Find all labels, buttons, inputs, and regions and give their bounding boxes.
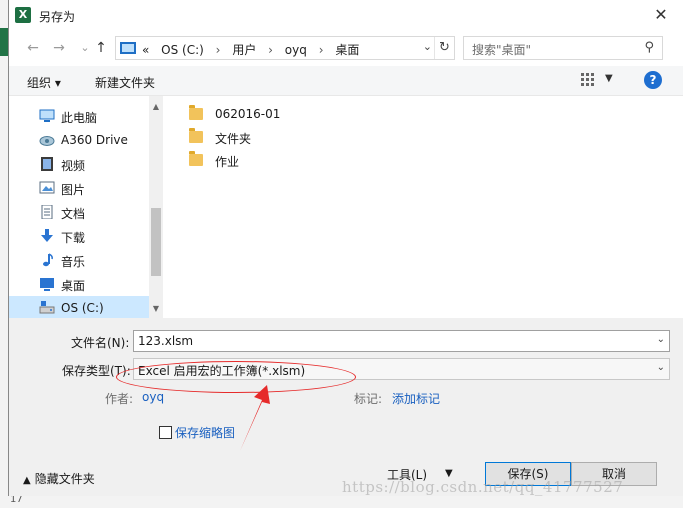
sidebar-item-documents[interactable]: 文档 — [9, 200, 149, 224]
list-item[interactable]: 文件夹 — [183, 127, 383, 149]
add-tags-link[interactable]: 添加标记 — [392, 390, 440, 407]
folder-icon — [189, 128, 203, 143]
command-toolbar: 组织 ▾ 新建文件夹 ▼ ? — [9, 66, 683, 96]
organize-menu-button[interactable]: 组织 ▾ — [27, 74, 61, 91]
navigation-row: ← → ⌄ ↑ « OS (C:) › 用户 › oyq › 桌面 ⌄ ↻ 搜索… — [9, 34, 683, 62]
sidebar-item-pictures[interactable]: 图片 — [9, 176, 149, 200]
folder-name: 作业 — [215, 155, 240, 169]
tags-label: 标记: — [354, 392, 383, 406]
sidebar-item-videos[interactable]: 视频 — [9, 152, 149, 176]
breadcrumb-drive[interactable]: OS (C:) — [161, 43, 204, 57]
sidebar-item-this-pc[interactable]: 此电脑 — [9, 104, 149, 128]
save-thumbnail-checkbox[interactable] — [159, 426, 172, 439]
window-title: 另存为 — [39, 10, 76, 24]
view-options-icon[interactable] — [581, 73, 597, 87]
author-value-link[interactable]: oyq — [142, 390, 164, 404]
breadcrumb-separator[interactable]: › — [319, 43, 324, 57]
back-button[interactable]: ← — [23, 38, 43, 58]
sidebar-item-os-drive[interactable]: OS (C:) — [9, 296, 149, 320]
folder-name: 文件夹 — [215, 132, 252, 146]
sidebar-item-downloads[interactable]: 下载 — [9, 224, 149, 248]
folder-icon — [189, 105, 203, 120]
list-item[interactable]: 062016-01 — [183, 104, 383, 126]
sidebar-item-label: 音乐 — [61, 255, 86, 269]
chevron-up-icon: ▲ — [23, 475, 31, 486]
download-icon — [41, 229, 53, 242]
music-icon — [43, 253, 53, 267]
scrollbar-thumb[interactable] — [151, 208, 161, 276]
help-icon[interactable]: ? — [644, 71, 662, 89]
sidebar-item-label: 视频 — [61, 159, 86, 173]
address-history-dropdown[interactable]: ⌄ — [423, 40, 432, 53]
drive-icon — [39, 301, 55, 314]
navigation-pane: 此电脑 A360 Drive 视频 图片 文档 下载 音乐 桌面 OS (C:)… — [9, 96, 163, 320]
forward-button[interactable]: → — [49, 38, 69, 58]
video-icon — [41, 157, 53, 171]
sidebar-item-label: 图片 — [61, 183, 86, 197]
sidebar-item-label: 文档 — [61, 207, 86, 221]
breadcrumb-overflow[interactable]: « — [142, 43, 149, 57]
folder-name: 062016-01 — [215, 107, 281, 121]
document-icon — [41, 205, 53, 219]
computer-icon — [120, 42, 136, 54]
breadcrumb-separator[interactable]: › — [268, 43, 273, 57]
hide-folders-toggle[interactable]: ▲ 隐藏文件夹 — [23, 470, 95, 487]
computer-icon — [39, 109, 55, 122]
filename-label: 文件名(N): — [71, 336, 130, 350]
sidebar-item-label: 桌面 — [61, 279, 86, 293]
folder-icon — [189, 151, 203, 166]
excel-row-number: 17 — [10, 494, 23, 505]
close-button[interactable]: ✕ — [638, 0, 683, 30]
cloud-drive-icon — [39, 136, 55, 146]
sidebar-item-label: OS (C:) — [61, 301, 104, 315]
breadcrumb-desktop[interactable]: 桌面 — [335, 43, 359, 57]
scroll-up-arrow-icon[interactable]: ▲ — [151, 102, 161, 111]
sidebar-item-label: A360 Drive — [61, 133, 128, 147]
hide-folders-label: 隐藏文件夹 — [34, 472, 95, 486]
refresh-icon[interactable]: ↻ — [434, 37, 454, 59]
picture-icon — [39, 181, 55, 194]
filename-field[interactable]: 123.xlsm ⌄ — [133, 330, 670, 352]
annotation-highlight-ellipse — [116, 361, 356, 393]
filename-value: 123.xlsm — [138, 334, 194, 348]
file-list: 062016-01 文件夹 作业 — [163, 96, 683, 318]
navigation-scrollbar[interactable]: ▲ ▼ — [149, 96, 163, 318]
breadcrumb-user[interactable]: oyq — [285, 43, 307, 57]
sidebar-item-label: 此电脑 — [61, 111, 98, 125]
breadcrumb: « OS (C:) › 用户 › oyq › 桌面 — [142, 41, 367, 57]
new-folder-button[interactable]: 新建文件夹 — [95, 74, 155, 91]
breadcrumb-users[interactable]: 用户 — [232, 43, 256, 57]
save-thumbnail-label[interactable]: 保存缩略图 — [175, 424, 235, 441]
author-label: 作者: — [105, 392, 134, 406]
chevron-down-icon[interactable]: ⌄ — [657, 334, 665, 345]
sidebar-item-a360-drive[interactable]: A360 Drive — [9, 128, 149, 152]
address-bar[interactable]: « OS (C:) › 用户 › oyq › 桌面 ⌄ ↻ — [115, 36, 455, 60]
sidebar-item-desktop[interactable]: 桌面 — [9, 272, 149, 296]
title-bar: X 另存为 ✕ — [9, 0, 683, 30]
watermark-text: https://blog.csdn.net/qq_41777527 — [342, 478, 624, 496]
breadcrumb-separator[interactable]: › — [216, 43, 221, 57]
view-dropdown-chevron-icon[interactable]: ▼ — [605, 73, 613, 84]
search-placeholder: 搜索"桌面" — [472, 43, 532, 57]
excel-app-icon: X — [15, 7, 31, 23]
chevron-down-icon[interactable]: ⌄ — [657, 362, 665, 373]
sidebar-item-music[interactable]: 音乐 — [9, 248, 149, 272]
scroll-down-arrow-icon[interactable]: ▼ — [151, 304, 161, 313]
list-item[interactable]: 作业 — [183, 150, 383, 172]
up-button[interactable]: ↑ — [91, 38, 111, 58]
save-as-dialog: X 另存为 ✕ ← → ⌄ ↑ « OS (C:) › 用户 › oyq › 桌… — [8, 0, 683, 496]
search-icon[interactable]: ⚲ — [644, 40, 654, 55]
sidebar-item-label: 下载 — [61, 231, 86, 245]
desktop-icon — [40, 278, 54, 291]
search-input[interactable]: 搜索"桌面" ⚲ — [463, 36, 663, 60]
save-options-panel: 文件名(N): 123.xlsm ⌄ 保存类型(T): Excel 启用宏的工作… — [9, 318, 683, 496]
